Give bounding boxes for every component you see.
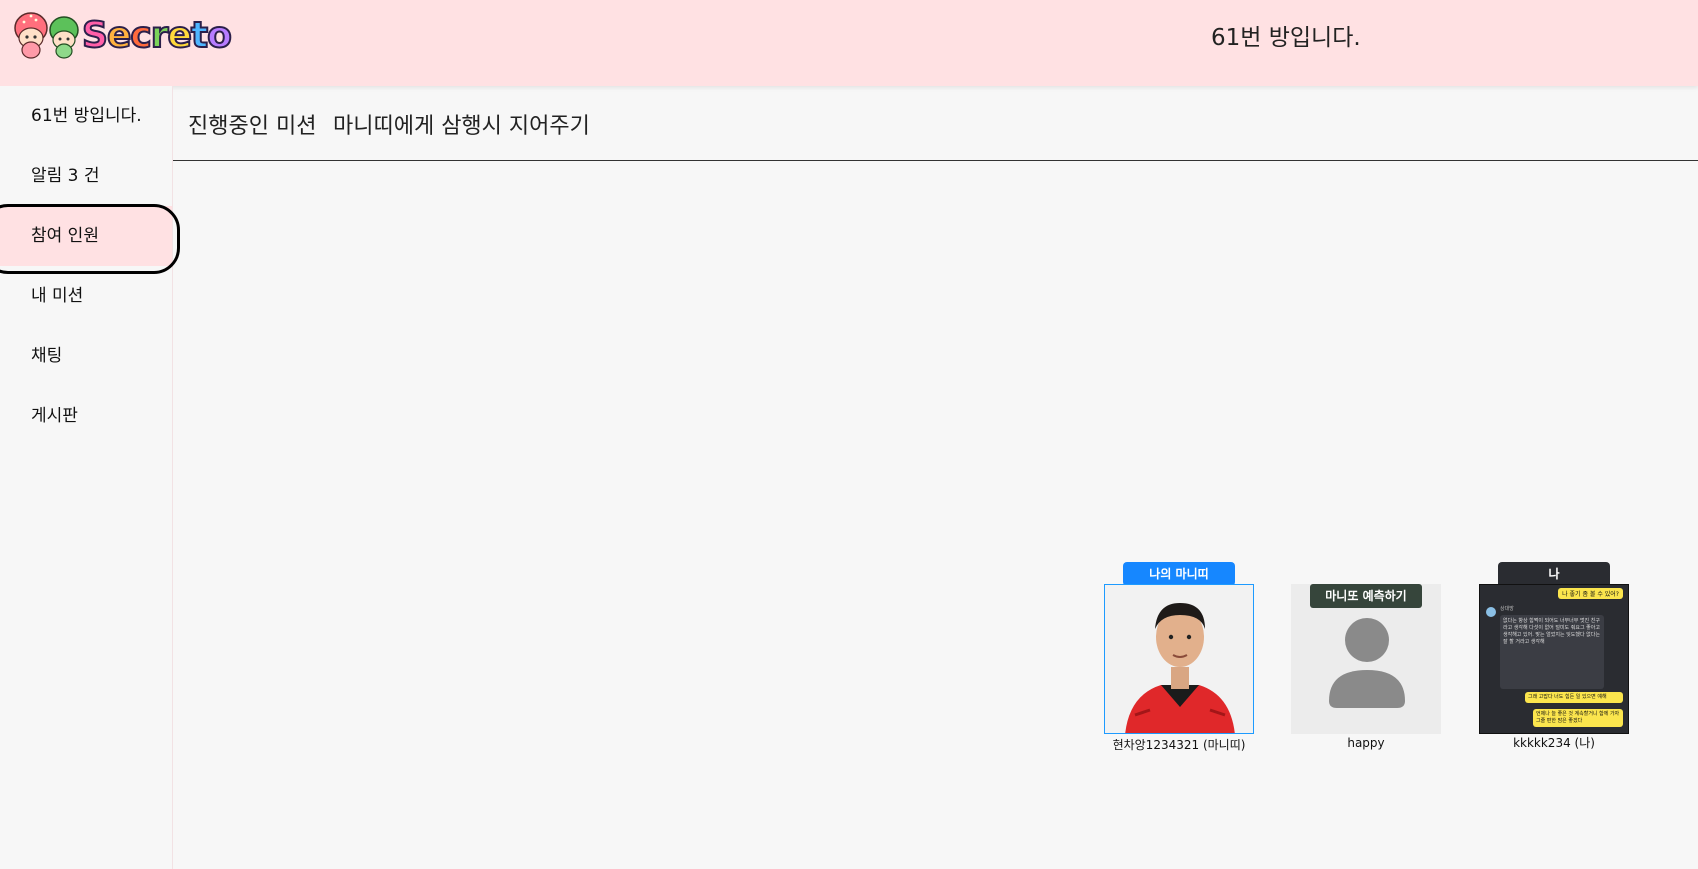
chat-bubble-top: 나 좋기 좀 볼 수 있어? bbox=[1558, 588, 1623, 599]
mission-label: 진행중인 미션 bbox=[188, 114, 317, 139]
mascot-strawberry-icon bbox=[14, 12, 48, 59]
participant-name-happy: happy bbox=[1347, 736, 1385, 750]
predict-manitto-button[interactable]: 마니또 예측하기 bbox=[1310, 584, 1422, 608]
mascot-green-icon bbox=[49, 16, 79, 59]
top-header: Secreto 61번 방입니다. bbox=[0, 0, 1698, 86]
logo-wordmark: Secreto bbox=[81, 14, 233, 57]
sidebar-item-my-mission[interactable]: 내 미션 bbox=[0, 266, 172, 326]
me-photo-chat-screenshot[interactable]: 나 좋기 좀 볼 수 있어? 상대방 없다는 항상 힘쩍이 되어도 너무너무 멋… bbox=[1479, 584, 1629, 734]
participant-card-predict[interactable]: 마니또 예측하기 happy bbox=[1291, 562, 1441, 752]
manitti-tag: 나의 마니띠 bbox=[1123, 562, 1235, 586]
manitti-name: 현차앙1234321 (마니띠) bbox=[1112, 738, 1246, 752]
sidebar-item-room[interactable]: 61번 방입니다. bbox=[0, 86, 172, 146]
player-photo-icon bbox=[1105, 585, 1253, 733]
sidebar-item-chat[interactable]: 채팅 bbox=[0, 326, 172, 386]
chat-message-received: 없다는 항상 힘쩍이 되어도 너무너무 멋진 친구라고 생각해 다섯이 없어 덜… bbox=[1500, 615, 1604, 689]
header-room-title: 61번 방입니다. bbox=[1211, 25, 1361, 51]
participant-card-manitti[interactable]: 나의 마니띠 현차앙1234321 (마니띠) bbox=[1104, 562, 1254, 752]
manitti-photo[interactable] bbox=[1104, 584, 1254, 734]
participant-card-me[interactable]: 나 나 좋기 좀 볼 수 있어? 상대방 없다는 항상 힘쩍이 되어도 너무너무… bbox=[1479, 562, 1629, 752]
sidebar: 61번 방입니다. 알림 3 건 참여 인원 내 미션 채팅 게시판 bbox=[0, 86, 180, 869]
mission-bar: 진행중인 미션 마니띠에게 삼행시 지어주기 bbox=[173, 86, 1698, 161]
secreto-logo[interactable]: Secreto bbox=[14, 8, 233, 62]
chat-avatar-icon bbox=[1486, 607, 1496, 617]
sidebar-item-participants[interactable]: 참여 인원 bbox=[0, 206, 172, 266]
me-tag: 나 bbox=[1498, 562, 1610, 586]
sidebar-item-notifications[interactable]: 알림 3 건 bbox=[0, 146, 172, 206]
sidebar-item-board[interactable]: 게시판 bbox=[0, 386, 172, 446]
chat-reply-2: 언제나 늘 좋은 것 계속할거니 함께 가자 그줄 편한 맘은 좋겠다 bbox=[1533, 709, 1623, 727]
chat-reply-1: 그래 고맙다 너도 힘든 일 있으면 얘해 bbox=[1525, 692, 1623, 703]
chat-sender: 상대방 bbox=[1500, 606, 1514, 612]
mission-text: 마니띠에게 삼행시 지어주기 bbox=[333, 114, 590, 139]
me-name: kkkkk234 (나) bbox=[1513, 736, 1595, 750]
